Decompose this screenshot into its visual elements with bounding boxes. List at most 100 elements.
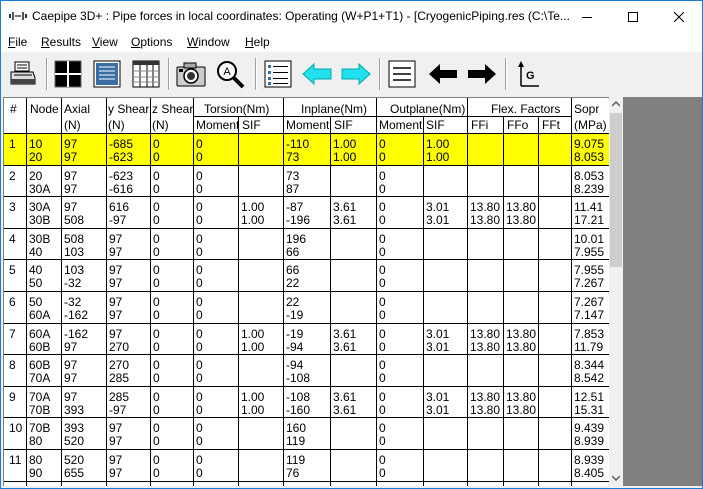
table-view-button[interactable]: [128, 56, 164, 92]
header-node[interactable]: Node: [30, 102, 59, 116]
cell-node: 60A: [29, 309, 51, 322]
table-row[interactable]: 6 50 60A -32 -162 97 97 0 0 0 0 22 -19 0 0 7.267 7.147: [4, 292, 609, 324]
row-number: 5: [9, 264, 16, 278]
lines-button[interactable]: [384, 56, 420, 92]
cell-node: 80: [29, 454, 43, 467]
chevron-up-icon: [612, 101, 620, 107]
cell-sopr: 10.01: [574, 232, 605, 246]
header-yshear[interactable]: y Shear: [108, 102, 149, 116]
svg-text:A: A: [223, 66, 231, 78]
table-row[interactable]: 4 30B 40 508 103 97 97 0 0 0 0 196 66 0 0 10.01 7.955: [4, 229, 609, 261]
grid-line: [423, 116, 424, 486]
close-button[interactable]: [656, 1, 702, 32]
next-cyan-button[interactable]: [338, 56, 374, 92]
caepipe-app-icon[interactable]: [9, 11, 27, 21]
table-row[interactable]: 11 80 90 520 655 97 97 0 0 0 0 119 76 0 0 8.939 8.405: [4, 450, 609, 482]
cell-axial: 520: [64, 435, 85, 449]
cell-sopr: 7.147: [574, 309, 605, 322]
cell-in-m: -108: [286, 372, 311, 386]
header-inplane-sif[interactable]: SIF: [334, 118, 353, 132]
menu-view[interactable]: View: [92, 35, 118, 49]
cell-yshear: 97: [109, 327, 123, 341]
camera-button[interactable]: [173, 56, 209, 92]
grid-line: [4, 259, 609, 261]
header-inplane[interactable]: Inplane(Nm): [301, 102, 367, 116]
cell-out-m: 0: [379, 340, 386, 354]
cell-tor-m: 0: [196, 296, 203, 309]
cell-node: 40: [29, 245, 43, 259]
header-torsion-moment[interactable]: Moment: [196, 118, 239, 132]
table-row[interactable]: 5 40 50 103 -32 97 97 0 0 0 0 66 22 0 0 7.955 7.267: [4, 260, 609, 292]
table-row[interactable]: 8 60B 70A 97 97 270 285 0 0 0 0 -94 -108 0 0 8.344 8.542: [4, 355, 609, 387]
header-inplane-moment[interactable]: Moment: [286, 118, 329, 132]
header-axial-unit[interactable]: (N): [64, 118, 81, 132]
cell-tor-m: 0: [196, 422, 203, 436]
menu-help[interactable]: Help: [245, 35, 270, 49]
table-row[interactable]: 2 20 30A 97 97 -623 -616 0 0 0 0 73 87 0 0 8.053 8.239: [4, 166, 609, 198]
header-outplane[interactable]: Outplane(Nm): [390, 102, 465, 116]
menu-options[interactable]: Options: [131, 35, 172, 49]
cell-sopr: 8.053: [574, 151, 605, 164]
printer-icon: [10, 61, 36, 85]
grid-view-button[interactable]: [50, 56, 86, 92]
next-black-button[interactable]: [464, 56, 500, 92]
header-torsion[interactable]: Torsion(Nm): [204, 102, 269, 116]
minimize-icon: [582, 16, 592, 18]
header-zshear-unit[interactable]: (N): [152, 118, 169, 132]
header-zshear[interactable]: z Shear: [152, 102, 193, 116]
list-button[interactable]: [260, 56, 296, 92]
gravity-axis-button[interactable]: G: [510, 56, 546, 92]
cell-ffo: 13.80: [506, 327, 537, 341]
scroll-up-button[interactable]: [609, 97, 623, 111]
cell-zshear: 0: [153, 277, 160, 291]
minimize-button[interactable]: [564, 1, 610, 32]
arrow-left-cyan-icon: [302, 63, 332, 85]
header-axial[interactable]: Axial: [64, 102, 90, 116]
header-ffi[interactable]: FFi: [471, 118, 488, 132]
scroll-down-button[interactable]: [609, 471, 623, 485]
header-outplane-sif[interactable]: SIF: [426, 118, 445, 132]
header-flex-factors[interactable]: Flex. Factors: [491, 102, 560, 116]
table-row[interactable]: 7 60A 60B -162 97 97 270 0 0 0 0 1.00 1.00 -19 -94 3.61…: [4, 324, 609, 356]
gravity-axis-label: G: [526, 70, 535, 82]
cell-out-m: 0: [379, 201, 386, 215]
cell-tor-m: 0: [196, 201, 203, 215]
cell-in-sif: 3.61: [333, 340, 357, 354]
cell-tor-sif: 1.00: [241, 214, 265, 228]
header-sopr-unit[interactable]: (MPa): [574, 118, 607, 132]
header-fft[interactable]: FFt: [542, 118, 560, 132]
header-torsion-sif[interactable]: SIF: [242, 118, 261, 132]
zoom-button[interactable]: A: [212, 56, 248, 92]
print-button[interactable]: [5, 56, 41, 92]
cell-yshear: -685: [109, 138, 134, 151]
table-row[interactable]: 10 70B 80 393 520 97 97 0 0 0 0 160 119 0 0 9.439 8.939: [4, 418, 609, 450]
menu-results[interactable]: Results: [41, 35, 81, 49]
table-row[interactable]: 9 70A 70B 97 393 285 -97 0 0 0 0 1.00 1.00 -108 -160 3.…: [4, 387, 609, 419]
header-ffo[interactable]: FFo: [507, 118, 528, 132]
cell-in-m: 160: [286, 422, 307, 436]
title-bar[interactable]: Caepipe 3D+ : Pipe forces in local coord…: [1, 1, 702, 32]
menu-file[interactable]: File: [8, 35, 27, 49]
cell-zshear: 0: [153, 327, 160, 341]
header-sopr[interactable]: Sopr: [574, 102, 599, 116]
cell-axial: 508: [64, 232, 85, 246]
arrow-left-black-icon: [429, 64, 457, 84]
grid-line: [61, 98, 62, 486]
table-row[interactable]: 3 30A 30B 97 508 616 -97 0 0 0 0 1.00 1.00 -87 -196 3.6…: [4, 197, 609, 229]
table-row[interactable]: 1 10 20 97 97 -685 -623 0 0 0 0 -110 73 1.00 1.00 0 0 1.0…: [4, 134, 609, 166]
menu-label-rest: ile: [15, 35, 28, 49]
previous-cyan-button[interactable]: [299, 56, 335, 92]
cell-ffi: 13.80: [470, 340, 501, 354]
maximize-button[interactable]: [610, 1, 656, 32]
previous-black-button[interactable]: [425, 56, 461, 92]
cell-out-m: 0: [379, 390, 386, 404]
vertical-scrollbar[interactable]: [609, 97, 623, 486]
header-num[interactable]: #: [10, 102, 17, 116]
camera-icon: [176, 62, 206, 87]
header-outplane-moment[interactable]: Moment: [379, 118, 422, 132]
menu-window[interactable]: Window: [187, 35, 230, 49]
scroll-thumb[interactable]: [610, 113, 622, 267]
header-yshear-unit[interactable]: (N): [108, 118, 125, 132]
text-view-button[interactable]: [89, 56, 125, 92]
cell-axial: 97: [64, 340, 78, 354]
